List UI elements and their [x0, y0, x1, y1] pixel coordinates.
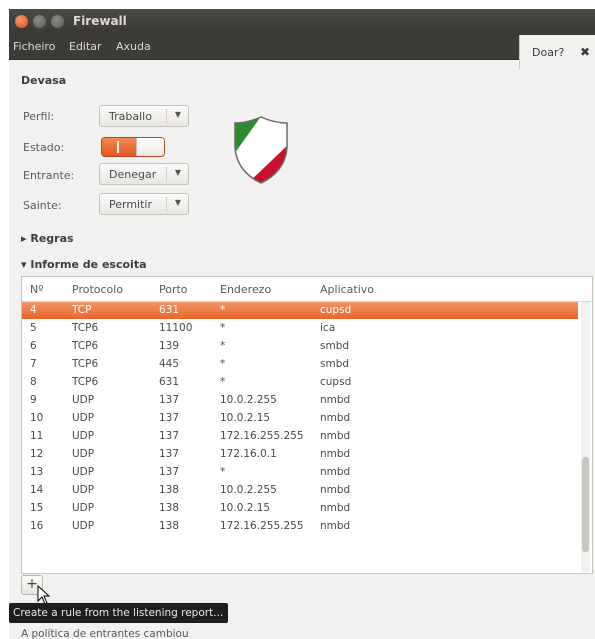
- profile-label: Perfil:: [23, 110, 55, 123]
- column-header-address[interactable]: Enderezo: [220, 283, 271, 296]
- column-header-number[interactable]: Nº: [30, 283, 43, 296]
- table-scrollbar[interactable]: [581, 302, 590, 572]
- status-toggle[interactable]: [101, 137, 165, 157]
- rules-expander[interactable]: ▸ Regras: [21, 232, 74, 245]
- table-row[interactable]: 16 UDP 138 172.16.255.255 nmbd: [22, 518, 578, 535]
- minimize-window-button[interactable]: [33, 15, 46, 28]
- table-row[interactable]: 14 UDP 138 10.0.2.255 nmbd: [22, 482, 578, 499]
- table-row[interactable]: 13 UDP 137 * nmbd: [22, 464, 578, 481]
- chevron-down-icon: ▼: [174, 168, 181, 177]
- donate-label[interactable]: Doar?: [532, 46, 564, 59]
- outgoing-select[interactable]: Permitir ▼: [99, 193, 189, 215]
- column-header-application[interactable]: Aplicativo: [320, 283, 374, 296]
- firewall-window: Firewall Ficheiro Editar Axuda Doar? ✖ D…: [9, 9, 595, 639]
- menu-edit[interactable]: Editar: [69, 40, 102, 53]
- maximize-window-button[interactable]: [51, 15, 64, 28]
- close-window-button[interactable]: [15, 15, 28, 28]
- scrollbar-thumb[interactable]: [582, 457, 589, 552]
- table-row[interactable]: 6 TCP6 139 * smbd: [22, 338, 578, 355]
- table-header: Nº Protocolo Porto Enderezo Aplicativo: [22, 277, 592, 302]
- table-row[interactable]: 4 TCP 631 * cupsd: [22, 302, 578, 319]
- table-row[interactable]: 12 UDP 137 172.16.0.1 nmbd: [22, 446, 578, 463]
- column-header-port[interactable]: Porto: [159, 283, 188, 296]
- table-row[interactable]: 8 TCP6 631 * cupsd: [22, 374, 578, 391]
- title-bar: Firewall: [9, 9, 595, 35]
- incoming-select[interactable]: Denegar ▼: [99, 163, 189, 185]
- status-label: Estado:: [23, 141, 65, 154]
- chevron-down-icon: ▼: [174, 110, 181, 119]
- table-row[interactable]: 11 UDP 137 172.16.255.255 nmbd: [22, 428, 578, 445]
- profile-value: Traballo: [109, 109, 152, 123]
- close-icon[interactable]: ✖: [580, 45, 590, 59]
- table-row[interactable]: 5 TCP6 11100 * ica: [22, 320, 578, 337]
- table-row[interactable]: 10 UDP 137 10.0.2.15 nmbd: [22, 410, 578, 427]
- incoming-label: Entrante:: [23, 169, 75, 182]
- donate-tab[interactable]: Doar? ✖: [519, 35, 595, 69]
- column-header-protocol[interactable]: Protocolo: [72, 283, 123, 296]
- mouse-pointer-icon: [37, 585, 51, 605]
- table-row[interactable]: 7 TCP6 445 * smbd: [22, 356, 578, 373]
- listening-report-expander[interactable]: ▾ Informe de escoita: [21, 258, 147, 271]
- firewall-section-title: Devasa: [21, 74, 67, 87]
- menu-bar: Ficheiro Editar Axuda: [9, 35, 595, 60]
- firewall-shield-icon: [234, 116, 288, 184]
- window-title: Firewall: [73, 14, 127, 28]
- listening-report-table: Nº Protocolo Porto Enderezo Aplicativo 4…: [21, 276, 593, 574]
- add-rule-tooltip: Create a rule from the listening report.…: [9, 603, 229, 623]
- status-message: A política de entrantes cambiou: [21, 628, 189, 639]
- table-row[interactable]: 15 UDP 138 10.0.2.15 nmbd: [22, 500, 578, 517]
- table-row[interactable]: 9 UDP 137 10.0.2.255 nmbd: [22, 392, 578, 409]
- incoming-value: Denegar: [109, 167, 157, 181]
- menu-help[interactable]: Axuda: [116, 40, 151, 53]
- menu-file[interactable]: Ficheiro: [13, 40, 55, 53]
- outgoing-label: Sainte:: [23, 199, 62, 212]
- chevron-down-icon: ▼: [174, 198, 181, 207]
- profile-select[interactable]: Traballo ▼: [99, 105, 189, 127]
- outgoing-value: Permitir: [109, 197, 153, 211]
